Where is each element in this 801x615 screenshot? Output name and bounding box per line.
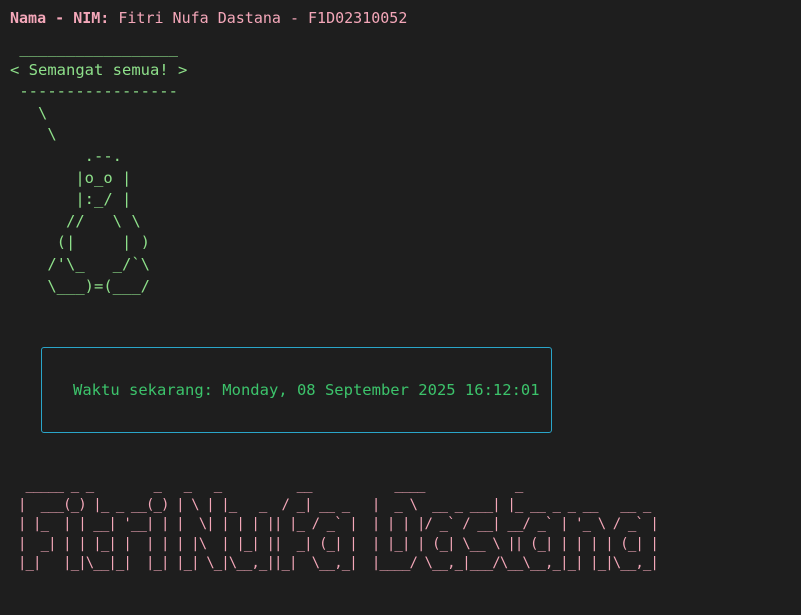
current-time-text: Waktu sekarang: Monday, 08 September 202… <box>73 381 540 399</box>
clock-panel: Waktu sekarang: Monday, 08 September 202… <box>41 347 552 433</box>
tux-cowsay-art: _________________ < Semangat semua! > --… <box>10 39 188 295</box>
name-nim-value: Fitri Nufa Dastana - F1D02310052 <box>109 9 408 27</box>
name-nim-label: Nama - NIM: <box>10 9 110 27</box>
student-identity-line: Nama - NIM: Fitri Nufa Dastana - F1D0231… <box>10 9 407 27</box>
name-figlet-banner: _____ _ _ _ _ _ __ ____ _ | ___(_) |_ _ … <box>18 477 659 571</box>
